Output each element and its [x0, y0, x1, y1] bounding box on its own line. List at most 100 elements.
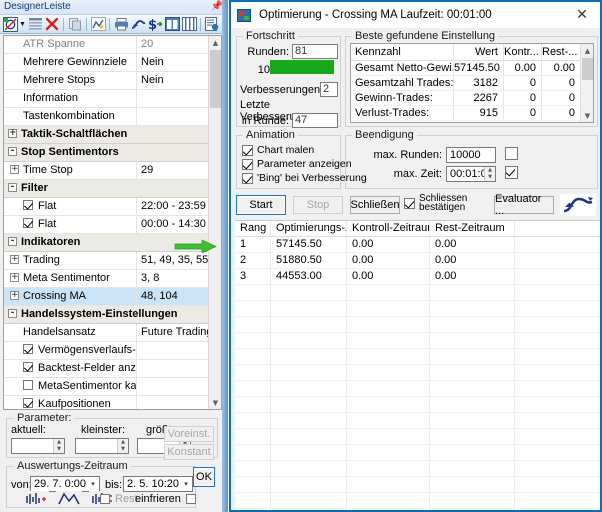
table-row[interactable]: Gesamtzahl Trades: 3182 0 0: [351, 76, 593, 91]
property-row[interactable]: Mehrere Gewinnziele Nein: [4, 53, 209, 72]
dropdown-caret-icon[interactable]: ▼: [19, 21, 26, 28]
expand-icon[interactable]: +: [8, 129, 17, 139]
rest-checkbox[interactable]: [100, 494, 110, 504]
chart-peak-icon[interactable]: [56, 491, 82, 506]
table-row[interactable]: Verlust-Trades: 915 0 0: [351, 106, 593, 121]
best-setting-grid[interactable]: Kennzahl Wert Kontr... Rest-... Gesamt N…: [350, 43, 594, 123]
property-row[interactable]: - Handelssystem-Einstellungen: [4, 306, 209, 324]
signal-curve-icon[interactable]: [560, 194, 596, 216]
collapse-icon[interactable]: -: [8, 147, 17, 157]
max-time-spinner[interactable]: ▲ ▼: [484, 167, 495, 181]
spin-down-icon[interactable]: ▼: [118, 446, 128, 453]
property-row-value[interactable]: 51, 49, 35, 55.8: [137, 252, 209, 270]
preset-button[interactable]: Voreinst.: [164, 426, 214, 442]
param-current-input[interactable]: ▲ ▼: [11, 438, 65, 454]
property-row[interactable]: + Time Stop 29: [4, 161, 209, 180]
property-row[interactable]: Kaufpositionen: [4, 395, 209, 410]
expand-icon[interactable]: +: [10, 291, 19, 301]
signal-curve-icon[interactable]: [130, 16, 146, 32]
property-grid[interactable]: ATR Spanne 20 Mehrere Gewinnziele Nein Mehre…: [3, 35, 222, 410]
period-from-combo[interactable]: 29. 7. 0:00 ▾: [30, 476, 100, 492]
improvements-value[interactable]: 2: [320, 82, 338, 97]
in-round-value[interactable]: 47: [292, 113, 338, 128]
table-row[interactable]: 3 44553.00 0.00 0.00: [235, 269, 600, 285]
close-button[interactable]: Schließen: [350, 196, 400, 214]
panel-scrollbar-thumb[interactable]: [222, 0, 228, 512]
expand-icon[interactable]: +: [10, 255, 19, 265]
property-row[interactable]: + Taktik-Schaltflächen: [4, 126, 209, 144]
start-button[interactable]: Start: [236, 195, 286, 215]
spin-up-icon[interactable]: ▲: [485, 167, 495, 174]
max-rounds-input[interactable]: 10000: [446, 147, 496, 163]
dollar-icon[interactable]: $: [147, 16, 163, 32]
table-row[interactable]: Gesamt Netto-Gewi... 57145.50 0.00 0.00: [351, 61, 593, 76]
row-checkbox[interactable]: [23, 343, 33, 354]
scroll-down-icon[interactable]: ▼: [209, 396, 221, 409]
row-checkbox[interactable]: [23, 199, 33, 210]
spin-down-icon[interactable]: ▼: [54, 446, 64, 453]
ok-button[interactable]: OK: [193, 467, 215, 487]
max-time-checkbox[interactable]: [505, 166, 518, 179]
window-tile-icon[interactable]: [164, 16, 180, 32]
property-row[interactable]: ATR Spanne 20: [4, 36, 209, 54]
property-row-value[interactable]: 48, 104: [137, 288, 209, 306]
property-row[interactable]: Flat 00:00 - 14:30: [4, 215, 209, 234]
anim-check-1[interactable]: Parameter anzeigen: [242, 158, 352, 170]
freeze-checkbox-group[interactable]: einfrieren: [135, 493, 196, 505]
table-rows-icon[interactable]: [27, 16, 43, 32]
property-row[interactable]: + Meta Sentimentor 3, 8: [4, 269, 209, 288]
expand-icon[interactable]: +: [10, 165, 19, 175]
row-checkbox[interactable]: [23, 379, 33, 390]
period-to-combo[interactable]: 2. 5. 10:20 ▾: [123, 476, 193, 492]
spin-down-icon[interactable]: ▼: [485, 174, 495, 181]
delete-icon[interactable]: [44, 16, 60, 32]
property-row-value[interactable]: [137, 90, 209, 108]
scroll-down-icon[interactable]: ▼: [581, 109, 593, 122]
table-row[interactable]: 2 51880.50 0.00 0.00: [235, 253, 600, 269]
property-row-value[interactable]: 29: [137, 162, 209, 180]
property-row[interactable]: Vermögensverlaufs-...: [4, 341, 209, 360]
property-row[interactable]: - Filter: [4, 180, 209, 198]
scrollbar-thumb[interactable]: [210, 50, 221, 108]
checkbox-icon[interactable]: [242, 158, 253, 170]
property-row-value[interactable]: Nein: [137, 72, 209, 90]
param-min-spinner[interactable]: ▲ ▼: [117, 439, 128, 453]
evaluator-button[interactable]: Evaluator ...: [494, 193, 554, 217]
report-icon[interactable]: [204, 16, 220, 32]
scrollbar-thumb[interactable]: [582, 58, 593, 80]
property-row-value[interactable]: 22:00 - 23:59: [137, 198, 209, 216]
designer-icon[interactable]: [2, 16, 18, 32]
collapse-icon[interactable]: -: [8, 237, 17, 247]
property-row-value[interactable]: [137, 378, 209, 396]
property-row-value[interactable]: [137, 396, 209, 410]
close-icon[interactable]: ✕: [568, 5, 596, 25]
rounds-value[interactable]: 81: [292, 44, 338, 59]
collapse-icon[interactable]: -: [8, 309, 17, 319]
property-row[interactable]: Handelsansatz Future Trading: [4, 323, 209, 342]
property-row[interactable]: MetaSentimentor ka...: [4, 377, 209, 396]
dialog-titlebar[interactable]: Optimierung - Crossing MA Laufzeit: 00:0…: [231, 2, 600, 28]
property-row-value[interactable]: Future Trading: [137, 324, 209, 342]
expand-icon[interactable]: +: [10, 273, 19, 283]
spin-up-icon[interactable]: ▲: [118, 439, 128, 446]
chart-curve-icon[interactable]: [90, 16, 106, 32]
best-setting-scrollbar[interactable]: ▲ ▼: [580, 44, 593, 122]
row-checkbox[interactable]: [23, 361, 33, 372]
property-row-value[interactable]: 20: [137, 36, 209, 54]
property-row[interactable]: Mehrere Stops Nein: [4, 71, 209, 90]
property-row[interactable]: + Trading 51, 49, 35, 55.8: [4, 251, 209, 270]
row-checkbox[interactable]: [23, 397, 33, 408]
max-time-input[interactable]: 00:01:00 ▲ ▼: [446, 166, 496, 182]
row-checkbox[interactable]: [23, 217, 33, 228]
property-row-value[interactable]: [137, 342, 209, 360]
table-row[interactable]: Gewinn-Trades: 2267 0 0: [351, 91, 593, 106]
confirm-close-checkbox-group[interactable]: Schliessen bestätigen: [404, 194, 467, 213]
scroll-up-icon[interactable]: ▲: [581, 44, 593, 57]
table-row[interactable]: Anteil Gewinner:71.24%n/an/a: [351, 121, 593, 122]
property-row[interactable]: Flat 22:00 - 23:59: [4, 197, 209, 216]
property-row-value[interactable]: [137, 360, 209, 378]
print-icon[interactable]: [113, 16, 129, 32]
property-row-value[interactable]: 00:00 - 14:30: [137, 216, 209, 234]
columns-icon[interactable]: [181, 16, 197, 32]
property-row-value[interactable]: 3, 8: [137, 270, 209, 288]
